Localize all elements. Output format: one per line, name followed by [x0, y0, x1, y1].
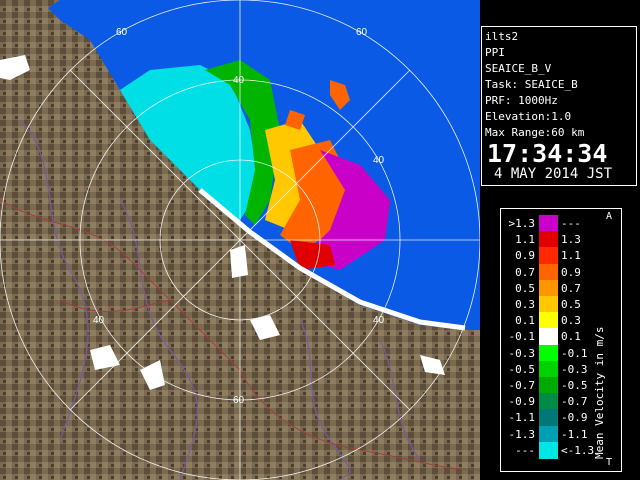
legend-swatch: [539, 377, 558, 394]
legend-swatch: [539, 360, 558, 378]
legend-min-label: -0.9: [508, 395, 536, 409]
legend-title: Mean Velocity in m/s: [593, 326, 606, 459]
legend-max-label: 0.1: [561, 330, 581, 344]
legend-swatch: [539, 425, 558, 443]
scan-type: PPI: [485, 46, 505, 59]
velocity-legend: >1.3 --- 1.1 1.3 0.9 1.1 0.7 0.9 0.5 0.7 0.3 0.5 0.1…: [500, 208, 622, 472]
task-name: Task: SEAICE_B: [485, 78, 578, 91]
legend-max-label: 0.7: [561, 281, 581, 295]
max-range-value: Max Range:60 km: [485, 126, 585, 139]
legend-max-label: -0.1: [561, 346, 588, 360]
legend-min-label: -0.7: [508, 379, 536, 392]
legend-swatch: [539, 263, 558, 281]
legend-swatch: [539, 393, 558, 411]
legend-min-label: -0.1: [508, 330, 536, 344]
legend-max-label: -0.5: [561, 379, 588, 392]
scan-time: 17:34:34: [487, 139, 608, 168]
elevation-value: Elevation:1.0: [485, 110, 572, 123]
scan-info-panel: ilts2 PPI SEAICE_B_V Task: SEAICE_B PRF:…: [481, 26, 637, 186]
legend-swatch: [539, 247, 558, 265]
legend-min-label: >1.3: [508, 217, 536, 230]
range-label: 40: [93, 315, 105, 326]
legend-max-label: ---: [561, 217, 581, 230]
legend-max-label: 0.9: [561, 265, 581, 279]
legend-min-label: -0.5: [508, 362, 536, 376]
legend-max-label: 1.1: [561, 249, 581, 263]
radar-display: 60 60 40 40 40 40 60 ilts2 PPI SEAICE_B_…: [0, 0, 640, 480]
legend-max-label: -1.1: [561, 427, 588, 441]
legend-min-label: -1.1: [508, 411, 536, 425]
legend-max-label: -0.7: [561, 395, 588, 409]
legend-swatch: [539, 279, 558, 297]
legend-swatch: [539, 215, 558, 232]
scan-date: 4 MAY 2014 JST: [494, 166, 613, 182]
legend-max-label: -0.3: [561, 362, 588, 376]
legend-min-label: 0.3: [515, 298, 535, 311]
legend-swatch: [539, 344, 558, 362]
legend-min-label: 0.1: [515, 314, 535, 328]
prf-value: PRF: 1000Hz: [485, 94, 558, 107]
legend-max-label: 0.5: [561, 298, 581, 311]
legend-swatch: [539, 312, 558, 330]
legend-max-label: <-1.3: [561, 443, 595, 457]
radar-map: 60 60 40 40 40 40 60: [0, 0, 480, 480]
legend-swatch: [539, 231, 558, 249]
legend-corner-top: A: [606, 211, 613, 222]
legend-min-label: -0.3: [508, 346, 536, 360]
station-name: ilts2: [485, 30, 519, 43]
legend-swatch: [539, 441, 558, 459]
legend-max-label: -0.9: [561, 411, 588, 425]
range-label: 60: [116, 27, 128, 38]
range-label: 40: [373, 315, 385, 326]
legend-min-label: 0.5: [515, 281, 535, 295]
legend-swatch: [539, 296, 558, 313]
legend-max-label: 1.3: [561, 233, 581, 247]
product-name: SEAICE_B_V: [485, 62, 552, 75]
range-rings: [0, 0, 480, 480]
range-label: 40: [373, 155, 385, 166]
legend-max-label: 0.3: [561, 314, 581, 328]
legend-corner-bottom: T: [606, 457, 613, 468]
legend-swatch: [539, 409, 558, 427]
range-label: 60: [233, 395, 245, 406]
legend-min-label: -1.3: [508, 427, 536, 441]
range-label: 40: [233, 75, 245, 86]
legend-min-label: 0.7: [515, 265, 535, 279]
legend-swatch: [539, 328, 558, 346]
range-label: 60: [356, 27, 368, 38]
legend-min-label: 1.1: [515, 233, 535, 247]
legend-min-label: 0.9: [515, 249, 535, 263]
legend-min-label: ---: [515, 443, 535, 457]
